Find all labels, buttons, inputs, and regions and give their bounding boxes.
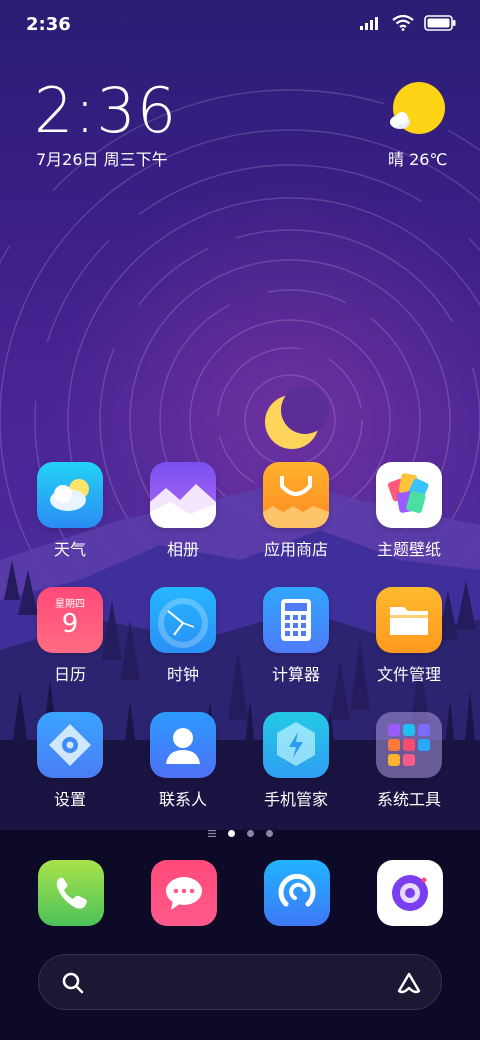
system-tools-folder-icon <box>376 712 442 778</box>
app-label: 相册 <box>166 540 199 559</box>
gallery-icon <box>150 462 216 528</box>
app-label: 天气 <box>53 540 86 559</box>
battery-icon <box>424 15 456 31</box>
status-icons <box>360 15 456 31</box>
app-store-icon <box>263 462 329 528</box>
camera-icon[interactable] <box>377 860 443 926</box>
app-label: 计算器 <box>271 665 320 684</box>
app-label: 文件管理 <box>376 665 441 684</box>
app-clock[interactable]: 时钟 <box>128 587 238 685</box>
page-dot <box>246 830 254 837</box>
messages-icon[interactable] <box>151 860 217 926</box>
search-bar[interactable] <box>38 954 442 1010</box>
app-phone-manager[interactable]: 手机管家 <box>241 712 351 810</box>
app-theme[interactable]: 主题壁纸 <box>354 462 464 560</box>
app-settings[interactable]: 设置 <box>15 712 125 810</box>
app-calculator[interactable]: 计算器 <box>241 587 351 685</box>
page-dot-active <box>227 830 235 837</box>
app-file-manager[interactable]: 文件管理 <box>354 587 464 685</box>
app-label: 时钟 <box>166 665 199 684</box>
status-time: 2:36 <box>26 14 71 35</box>
clock-icon <box>150 587 216 653</box>
calendar-icon: 星期四 9 <box>37 587 103 653</box>
app-label: 手机管家 <box>263 790 328 809</box>
page-indicator[interactable] <box>0 830 480 837</box>
search-input[interactable] <box>99 969 373 999</box>
settings-icon <box>37 712 103 778</box>
dock <box>0 860 480 926</box>
status-bar: 2:36 <box>0 0 480 50</box>
phone-manager-icon <box>263 712 329 778</box>
phone-icon[interactable] <box>38 860 104 926</box>
weather-text: 晴 26℃ <box>388 150 448 169</box>
app-gallery[interactable]: 相册 <box>128 462 238 560</box>
app-weather[interactable]: 天气 <box>15 462 125 560</box>
app-app-store[interactable]: 应用商店 <box>241 462 351 560</box>
contacts-icon <box>150 712 216 778</box>
calendar-weekday: 星期四 <box>55 599 85 610</box>
app-label: 日历 <box>53 665 86 684</box>
app-label: 联系人 <box>158 790 207 809</box>
theme-icon <box>376 462 442 528</box>
app-label: 应用商店 <box>263 540 328 559</box>
signal-icon <box>360 17 378 30</box>
folder-icon <box>376 587 442 653</box>
search-icon <box>62 972 84 994</box>
app-label: 系统工具 <box>376 790 441 809</box>
calculator-icon <box>263 587 329 653</box>
wifi-icon <box>392 15 414 31</box>
page-dot <box>265 830 273 837</box>
assistant-icon[interactable] <box>395 969 423 997</box>
app-label: 设置 <box>53 790 86 809</box>
clock-widget-date: 7月26日 周三下午 <box>36 150 168 169</box>
weather-icon <box>37 462 103 528</box>
browser-icon[interactable] <box>264 860 330 926</box>
app-label: 主题壁纸 <box>376 540 441 559</box>
app-calendar[interactable]: 星期四 9 日历 <box>15 587 125 685</box>
app-system-tools-folder[interactable]: 系统工具 <box>354 712 464 810</box>
clock-widget-time[interactable]: 2:36 <box>34 76 177 146</box>
calendar-day: 9 <box>61 609 79 639</box>
app-contacts[interactable]: 联系人 <box>128 712 238 810</box>
menu-lines-icon <box>207 830 216 837</box>
sun-cloud-icon[interactable] <box>386 80 446 140</box>
